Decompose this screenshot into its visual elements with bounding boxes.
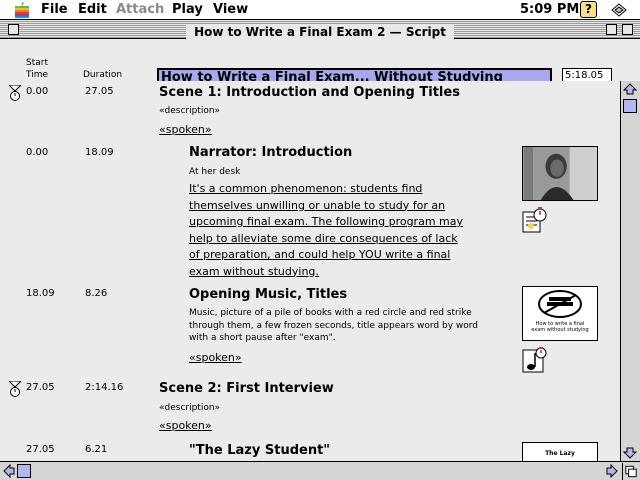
segment-description[interactable]: At her desk — [189, 166, 240, 178]
window-title-bar[interactable]: How to Write a Final Exam 2 — Script — [0, 20, 640, 39]
segment-start-time: 27.05 — [26, 444, 55, 455]
segment-start-time: 0.00 — [26, 147, 49, 158]
segment-duration: 6.21 — [85, 444, 108, 455]
scene-spoken-tag[interactable]: «spoken» — [159, 419, 212, 433]
horizontal-scrollbar[interactable] — [0, 461, 640, 480]
window-title: How to Write a Final Exam 2 — Script — [186, 25, 454, 39]
horizontal-scroll-thumb[interactable] — [17, 464, 31, 478]
spoken-line: of preparation, and could help YOU write… — [189, 248, 451, 261]
collapse-box[interactable] — [622, 24, 633, 35]
segment-duration: 18.09 — [85, 147, 114, 158]
thumbnail-caption: The Lazy — [545, 450, 575, 457]
spoken-line: It's a common phenomenon: students find — [189, 182, 423, 195]
spoken-line: help to alleviate some dire consequences… — [189, 231, 458, 245]
zoom-box[interactable] — [606, 24, 617, 35]
spoken-line: upcoming final exam. The following progr… — [189, 215, 464, 228]
segment-title[interactable]: "The Lazy Student" — [189, 443, 330, 459]
scroll-down-arrow-icon[interactable] — [623, 447, 637, 459]
description-line: with a short pause after "exam". — [189, 333, 336, 343]
stopwatch-notes-icon[interactable] — [522, 207, 548, 233]
vertical-scroll-thumb[interactable] — [623, 99, 637, 113]
menu-attach[interactable]: Attach — [116, 2, 164, 18]
segment-start-time: 18.09 — [26, 288, 55, 299]
description-line: through them, a few frozen seconds, titl… — [189, 320, 479, 331]
video-thumbnail[interactable] — [522, 146, 598, 201]
title-card-thumbnail[interactable]: The Lazy — [522, 442, 598, 461]
stopwatch-icon[interactable] — [9, 85, 21, 101]
menubar-clock[interactable]: 5:09 PM — [520, 2, 579, 18]
menu-play[interactable]: Play — [172, 2, 203, 18]
segment-title[interactable]: Narrator: Introduction — [189, 145, 352, 161]
scene-start-time: 27.05 — [26, 382, 55, 393]
title-card-thumbnail[interactable]: How to write a final exam without studyi… — [522, 286, 598, 341]
segment-spoken-tag[interactable]: «spoken» — [189, 351, 242, 365]
resize-grow-box-icon[interactable] — [622, 463, 639, 480]
menu-file[interactable]: File — [41, 2, 68, 18]
apple-icon[interactable] — [15, 2, 29, 18]
scroll-up-arrow-icon[interactable] — [623, 83, 637, 95]
thumbnail-caption: How to write a final exam without studyi… — [531, 321, 589, 333]
application-menu-icon[interactable] — [610, 2, 628, 18]
segment-description[interactable]: Music, picture of a pile of books with a… — [189, 307, 504, 345]
menu-edit[interactable]: Edit — [78, 2, 107, 18]
scene-duration: 2:14.16 — [85, 382, 124, 393]
menu-bar: File Edit Attach Play View 5:09 PM ? — [0, 0, 640, 20]
scene-start-time: 0.00 — [26, 86, 49, 97]
spoken-line: exam without studying. — [189, 264, 319, 278]
description-line: Music, picture of a pile of books with a… — [189, 308, 472, 318]
scene-description-tag[interactable]: «description» — [159, 402, 220, 414]
segment-spoken-text[interactable]: It's a common phenomenon: students find … — [189, 181, 509, 280]
script-content: 0.00 27.05 Scene 1: Introduction and Ope… — [0, 81, 620, 461]
segment-duration: 8.26 — [85, 288, 108, 299]
scroll-right-arrow-icon[interactable] — [606, 464, 618, 478]
music-note-icon[interactable] — [522, 347, 548, 373]
scroll-left-arrow-icon[interactable] — [3, 464, 15, 478]
menu-view[interactable]: View — [213, 2, 248, 18]
help-icon[interactable]: ? — [580, 1, 597, 18]
stopwatch-icon[interactable] — [9, 381, 21, 397]
spoken-line: themselves unwilling or unable to study … — [189, 198, 446, 212]
start-time-column-label: Start Time — [26, 58, 49, 80]
scene-spoken-tag[interactable]: «spoken» — [159, 123, 212, 137]
scene-title[interactable]: Scene 2: First Interview — [159, 381, 334, 397]
duration-column-label: Duration — [83, 70, 123, 80]
scene-duration: 27.05 — [85, 86, 114, 97]
scene-description-tag[interactable]: «description» — [159, 105, 220, 117]
segment-title[interactable]: Opening Music, Titles — [189, 287, 347, 303]
scene-title[interactable]: Scene 1: Introduction and Opening Titles — [159, 85, 460, 101]
vertical-scrollbar[interactable] — [620, 81, 640, 461]
